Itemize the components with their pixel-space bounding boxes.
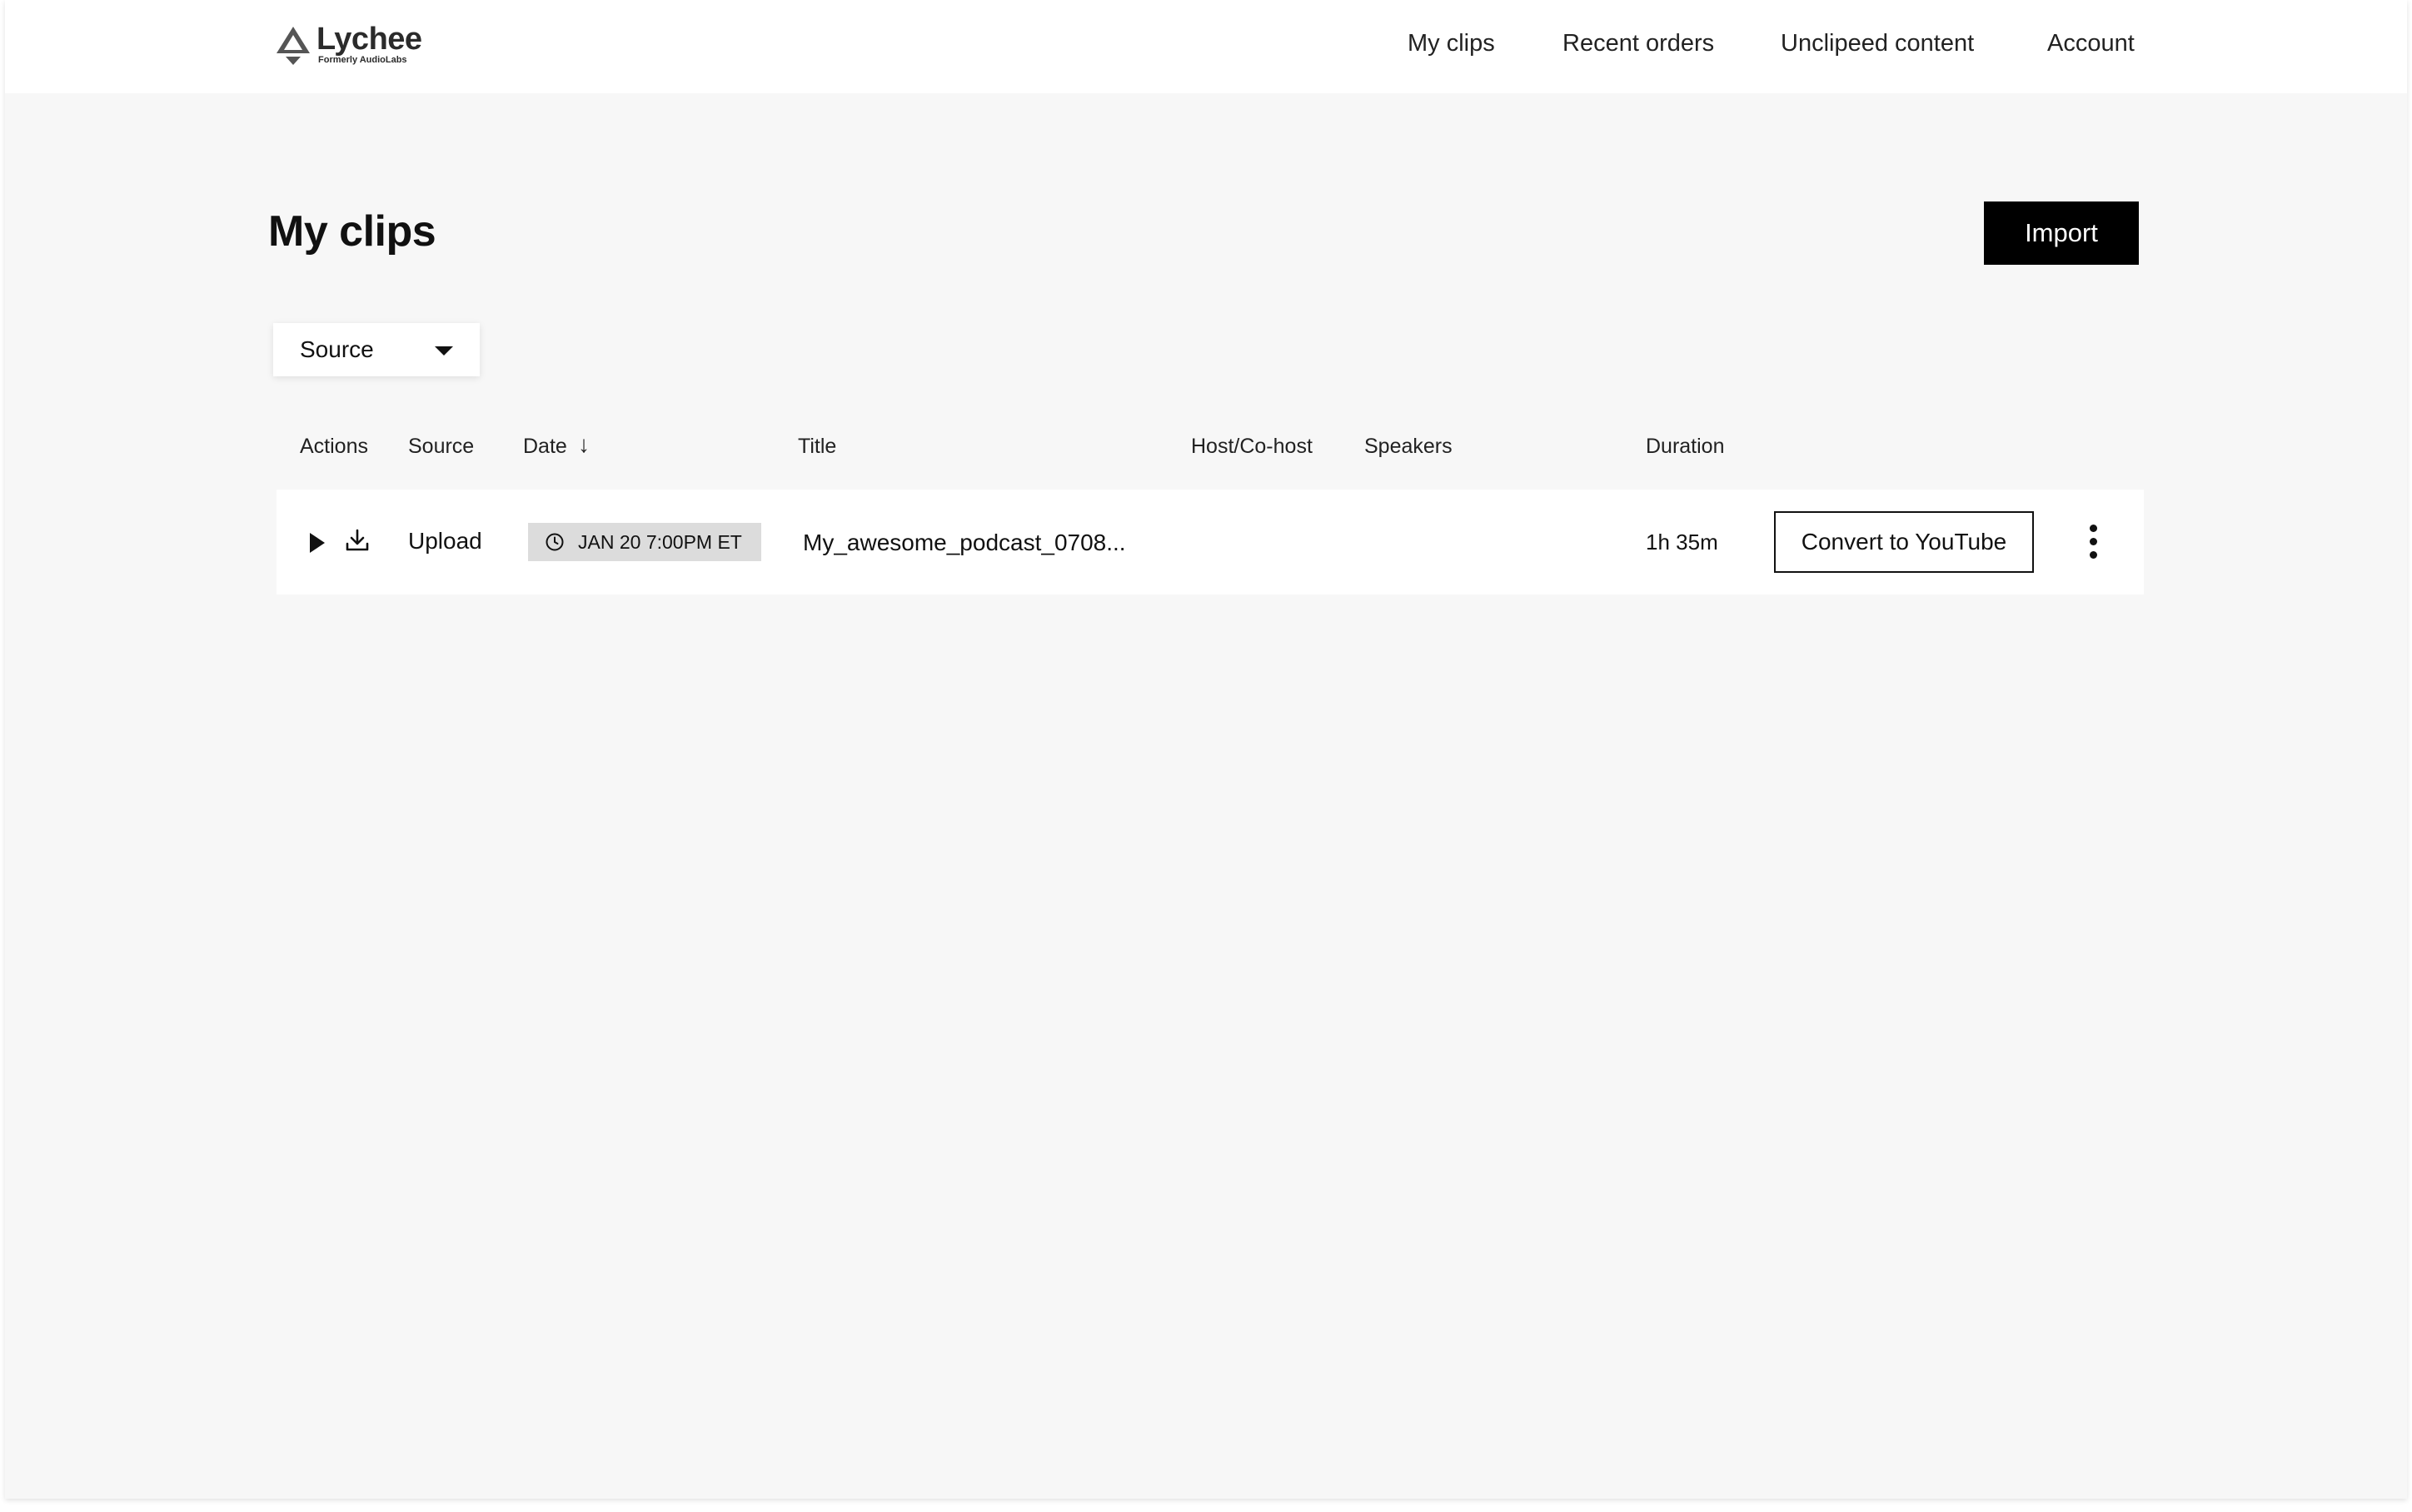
app-frame: Lychee Formerly AudioLabs My clips Recen… bbox=[5, 0, 2407, 1499]
column-header-date[interactable]: Date bbox=[523, 435, 567, 459]
row-date: JAN 20 7:00PM ET bbox=[578, 531, 742, 553]
brand-name: Lychee bbox=[316, 22, 422, 57]
top-header: Lychee Formerly AudioLabs My clips Recen… bbox=[5, 0, 2407, 93]
row-title[interactable]: My_awesome_podcast_0708... bbox=[803, 530, 1126, 556]
brand-tagline: Formerly AudioLabs bbox=[318, 55, 407, 65]
row-source: Upload bbox=[408, 528, 482, 554]
triangle-logo-icon bbox=[277, 27, 310, 65]
nav-unclipped-content[interactable]: Unclipeed content bbox=[1781, 30, 1974, 57]
column-header-speakers: Speakers bbox=[1364, 435, 1453, 458]
more-options-icon[interactable] bbox=[2087, 525, 2099, 561]
clock-icon bbox=[546, 533, 564, 551]
nav-my-clips[interactable]: My clips bbox=[1408, 30, 1495, 57]
table-row: Upload JAN 20 7:00PM ET My_awesome_podca… bbox=[277, 490, 2144, 594]
column-header-actions: Actions bbox=[300, 435, 368, 458]
caret-down-icon bbox=[435, 346, 453, 356]
convert-to-youtube-button[interactable]: Convert to YouTube bbox=[1774, 511, 2034, 573]
row-duration: 1h 35m bbox=[1646, 530, 1718, 555]
column-header-duration: Duration bbox=[1646, 435, 1725, 458]
import-button[interactable]: Import bbox=[1984, 201, 2139, 265]
date-badge: JAN 20 7:00PM ET bbox=[528, 523, 761, 561]
column-header-title: Title bbox=[798, 435, 837, 458]
source-filter-dropdown[interactable]: Source bbox=[273, 323, 480, 376]
arrow-down-icon[interactable]: ↓ bbox=[578, 431, 590, 458]
page-title: My clips bbox=[268, 207, 436, 256]
download-icon[interactable] bbox=[345, 528, 370, 553]
play-icon[interactable] bbox=[310, 533, 325, 553]
nav-account[interactable]: Account bbox=[2047, 30, 2135, 57]
column-header-source: Source bbox=[408, 435, 475, 458]
column-header-host: Host/Co-host bbox=[1191, 435, 1313, 458]
nav-recent-orders[interactable]: Recent orders bbox=[1562, 30, 1714, 57]
brand-logo[interactable]: Lychee Formerly AudioLabs bbox=[275, 22, 425, 72]
source-filter-label: Source bbox=[300, 336, 374, 362]
